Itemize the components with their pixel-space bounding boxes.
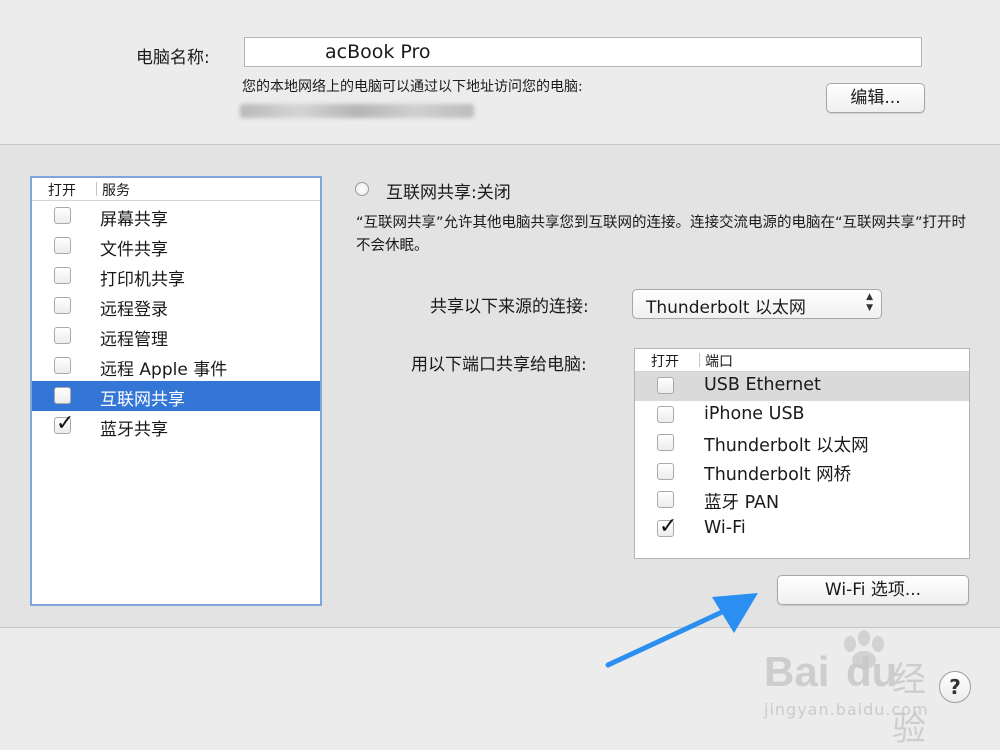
service-checkbox[interactable]: ✓: [54, 411, 74, 436]
service-label: 屏幕共享: [100, 210, 168, 230]
service-row[interactable]: 远程管理: [32, 321, 320, 351]
port-row[interactable]: iPhone USB: [635, 401, 969, 430]
service-label: 打印机共享: [100, 270, 185, 290]
ports-list: 打开 端口 USB Ethernet iPhone USB Thunderbolt …: [634, 348, 970, 559]
ports-column-header-port[interactable]: 端口: [705, 351, 733, 371]
service-label: 文件共享: [100, 240, 168, 260]
service-row[interactable]: 远程 Apple 事件: [32, 351, 320, 381]
port-row[interactable]: 蓝牙 PAN: [635, 486, 969, 515]
internet-sharing-status: 互联网共享:关闭: [386, 183, 511, 203]
computer-name-pane: [0, 0, 1000, 145]
watermark-brand-2: du: [846, 648, 898, 695]
ports-column-header-on[interactable]: 打开: [651, 351, 679, 371]
column-header-service[interactable]: 服务: [102, 180, 130, 200]
edit-button[interactable]: 编辑...: [826, 83, 925, 113]
share-to-label: 用以下端口共享给电脑:: [411, 355, 587, 375]
port-checkbox[interactable]: [657, 377, 674, 394]
computer-name-field[interactable]: acBook Pro: [244, 37, 922, 67]
help-button[interactable]: ?: [939, 671, 971, 703]
service-row[interactable]: 打印机共享: [32, 261, 320, 291]
port-row[interactable]: USB Ethernet: [635, 372, 969, 401]
service-checkbox[interactable]: [54, 387, 71, 404]
services-list-header: 打开 服务: [32, 178, 320, 201]
services-list: 打开 服务 屏幕共享文件共享打印机共享远程登录远程管理远程 Apple 事件 互联…: [30, 176, 322, 606]
service-row[interactable]: 远程登录: [32, 291, 320, 321]
services-rows: 屏幕共享文件共享打印机共享远程登录远程管理远程 Apple 事件 互联网共享 ✓ 蓝牙…: [32, 201, 320, 441]
service-row[interactable]: 文件共享: [32, 231, 320, 261]
computer-name-value: acBook Pro: [325, 41, 431, 63]
column-separator: [699, 353, 700, 367]
redacted-address: [240, 104, 474, 118]
port-checkbox[interactable]: [657, 405, 674, 423]
port-row[interactable]: ✓ Wi-Fi: [635, 514, 969, 544]
share-from-value: Thunderbolt 以太网: [646, 298, 806, 318]
port-label: iPhone USB: [704, 403, 805, 424]
computer-name-label: 电脑名称:: [136, 48, 210, 68]
port-label: 蓝牙 PAN: [704, 493, 780, 513]
service-row[interactable]: 屏幕共享: [32, 201, 320, 231]
service-row[interactable]: ✓ 蓝牙共享: [32, 411, 320, 441]
service-checkbox[interactable]: [54, 207, 71, 224]
port-row[interactable]: Thunderbolt 网桥: [635, 458, 969, 487]
port-label: USB Ethernet: [704, 375, 821, 395]
service-label: 远程 Apple 事件: [100, 360, 228, 380]
annotation-arrow-icon: [605, 593, 758, 668]
service-checkbox[interactable]: [54, 267, 71, 284]
wifi-options-button[interactable]: Wi-Fi 选项...: [777, 575, 969, 605]
port-checkbox[interactable]: ✓: [657, 514, 677, 539]
port-label: Wi-Fi: [704, 517, 746, 538]
service-checkbox[interactable]: [54, 237, 71, 254]
port-checkbox[interactable]: [657, 491, 674, 508]
service-checkbox[interactable]: [54, 327, 71, 344]
service-label: 互联网共享: [100, 390, 185, 410]
port-checkbox[interactable]: [657, 462, 674, 480]
service-label: 蓝牙共享: [100, 420, 168, 440]
internet-sharing-description: “互联网共享”允许其他电脑共享您到互联网的连接。连接交流电源的电脑在“互联网共享…: [356, 215, 967, 254]
service-row[interactable]: 互联网共享: [32, 381, 320, 411]
service-label: 远程管理: [100, 330, 168, 350]
sharing-status-indicator: [355, 182, 369, 196]
checkmark-icon: ✓: [659, 513, 678, 539]
ports-list-header: 打开 端口: [635, 349, 969, 372]
service-label: 远程登录: [100, 300, 168, 320]
service-checkbox[interactable]: [54, 297, 71, 314]
service-checkbox[interactable]: [54, 357, 71, 374]
port-row[interactable]: Thunderbolt 以太网: [635, 429, 969, 458]
checkmark-icon: ✓: [56, 411, 75, 436]
port-checkbox[interactable]: [657, 434, 674, 451]
port-label: Thunderbolt 网桥: [704, 464, 852, 485]
share-from-popup[interactable]: Thunderbolt 以太网 ▲ ▼: [632, 289, 882, 319]
port-label: Thunderbolt 以太网: [704, 436, 869, 456]
watermark-brand: Bai: [764, 648, 830, 695]
share-from-label: 共享以下来源的连接:: [430, 297, 589, 317]
watermark-url: jingyan.baidu.com: [764, 700, 929, 719]
network-address-note: 您的本地网络上的电脑可以通过以下地址访问您的电脑:: [242, 79, 583, 95]
ports-rows: USB Ethernet iPhone USB Thunderbolt 以太网 Thu…: [635, 372, 969, 543]
column-separator: [96, 182, 97, 196]
column-header-on[interactable]: 打开: [48, 180, 76, 200]
up-down-arrows-icon: ▲ ▼: [866, 292, 873, 313]
